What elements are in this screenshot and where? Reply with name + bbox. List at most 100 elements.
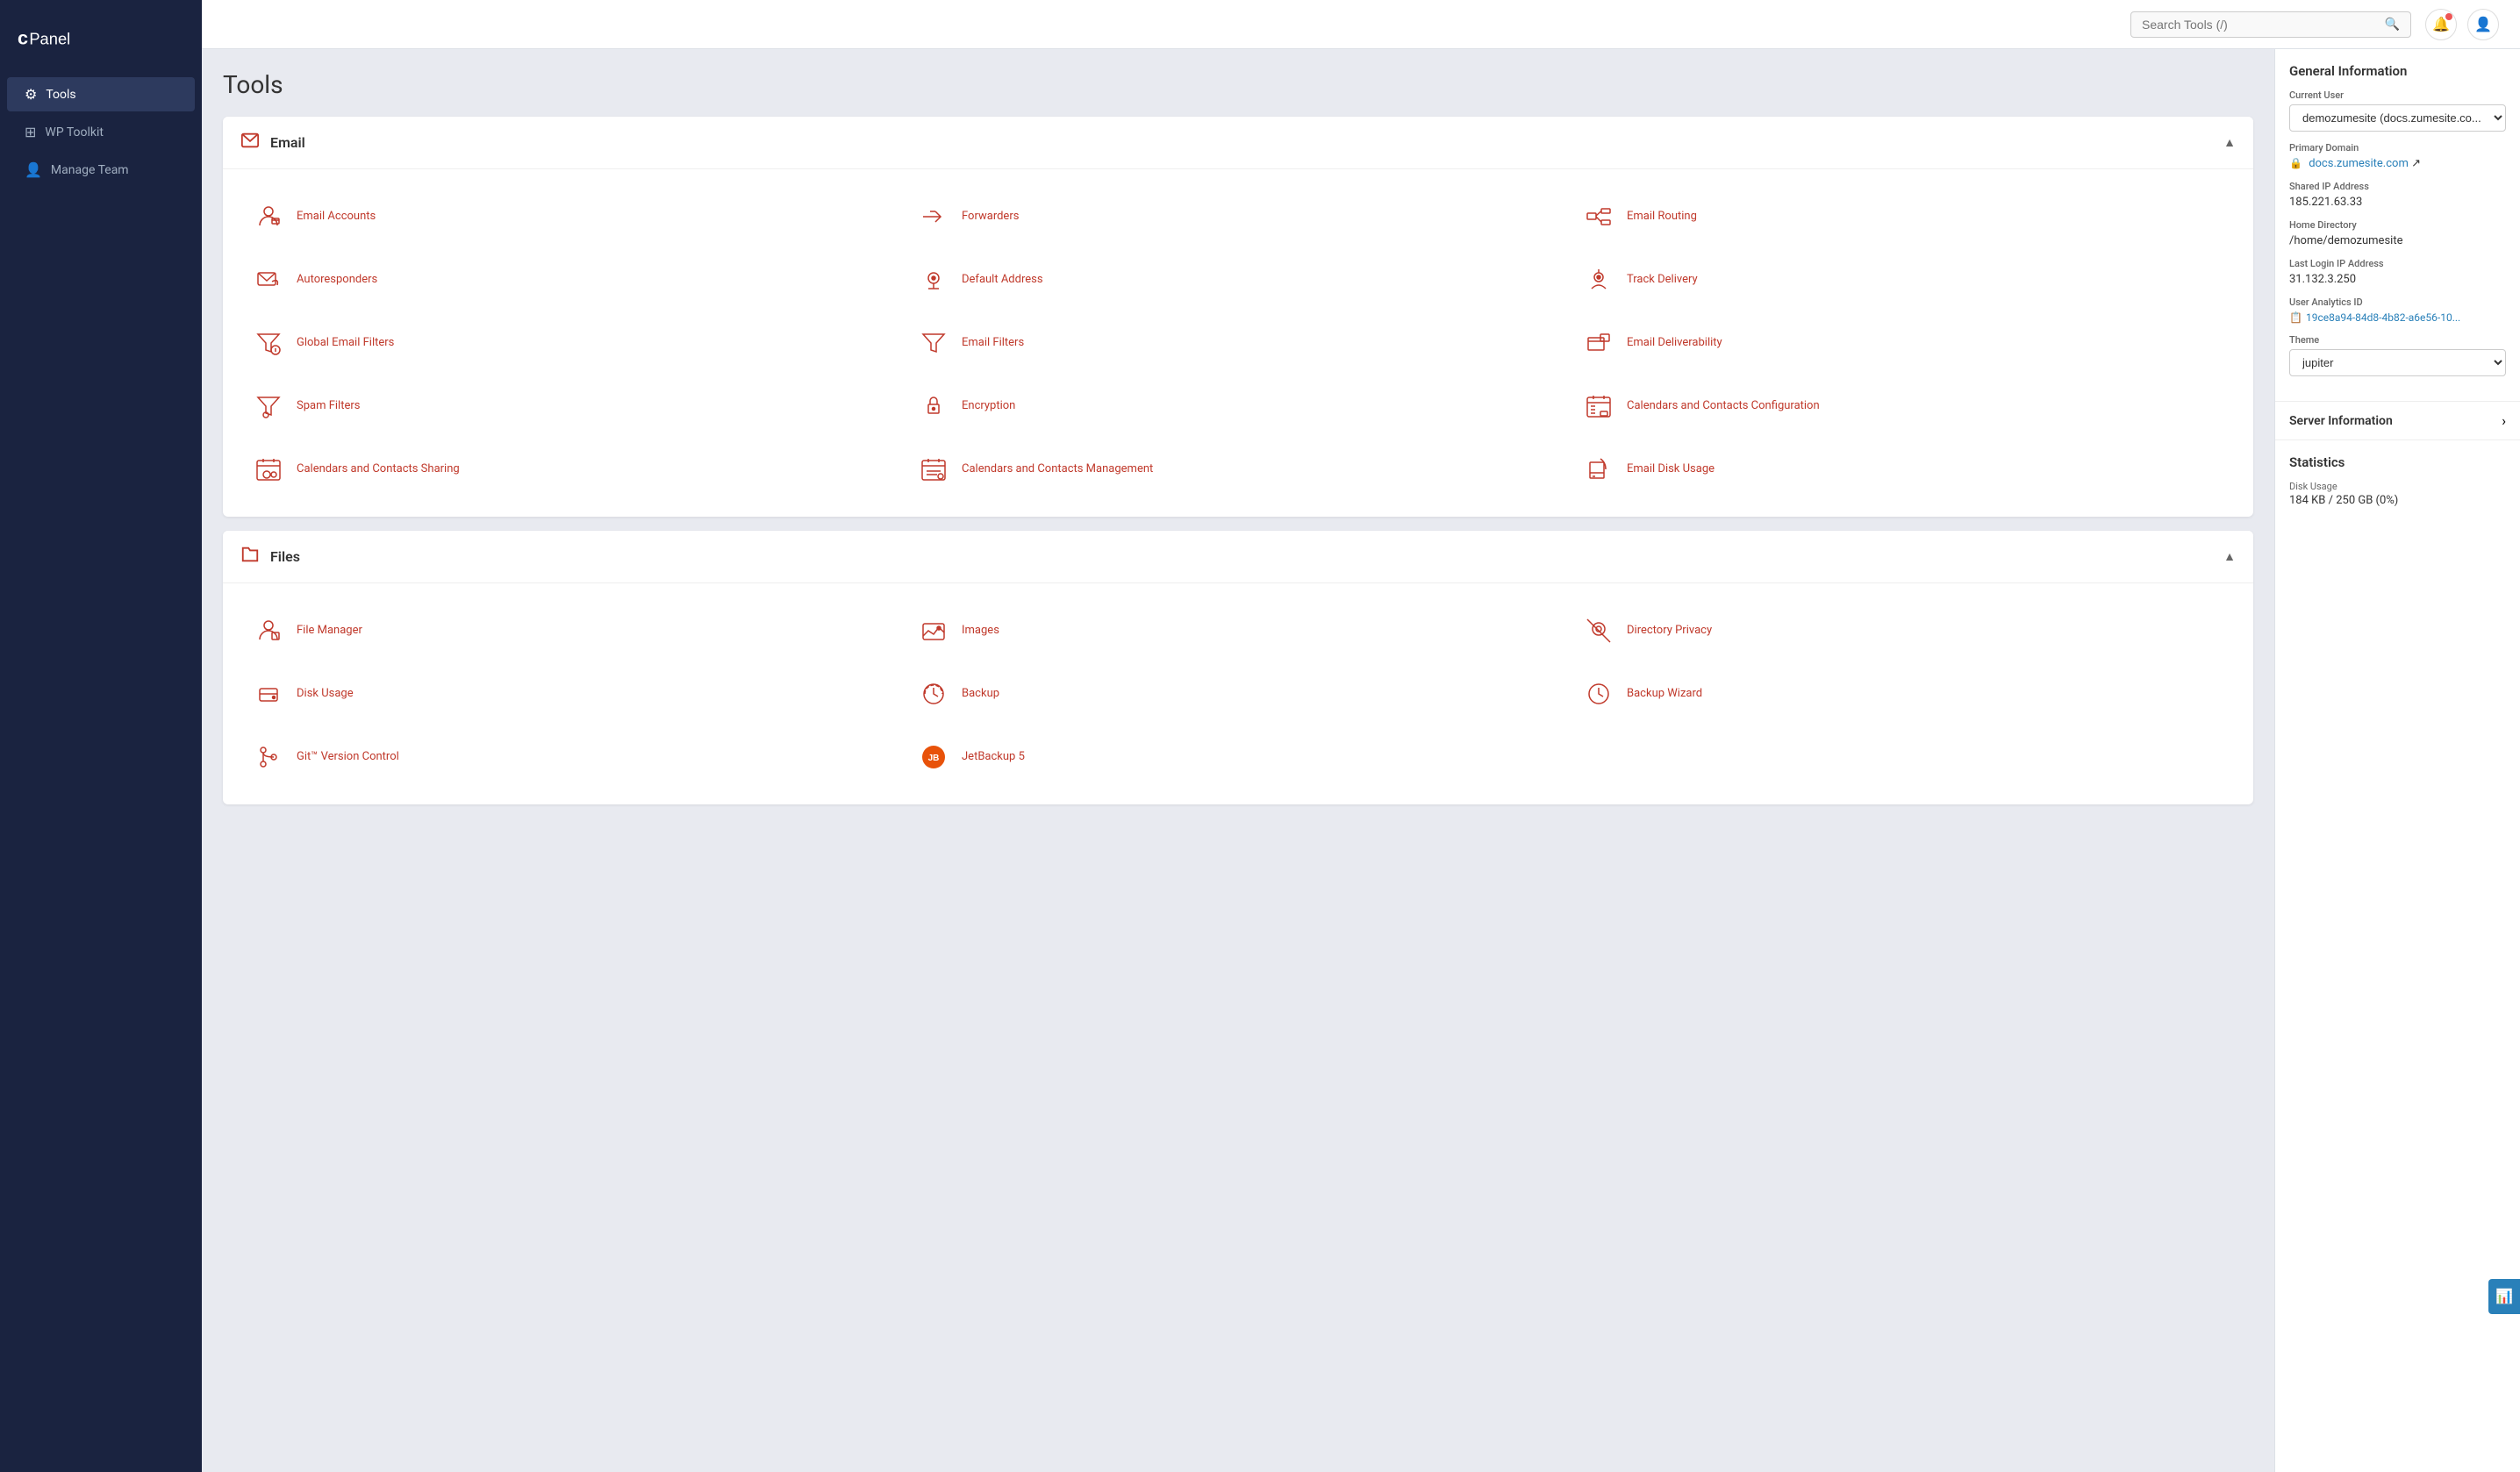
tool-disk-usage[interactable]: Disk Usage bbox=[240, 664, 906, 724]
email-routing-label: Email Routing bbox=[1627, 210, 1697, 225]
calendars-contacts-management-label: Calendars and Contacts Management bbox=[962, 462, 1153, 477]
tool-email-filters[interactable]: Email Filters bbox=[906, 313, 1571, 373]
theme-label: Theme bbox=[2289, 334, 2506, 346]
last-login-ip-label: Last Login IP Address bbox=[2289, 258, 2506, 269]
sidebar-item-label: Tools bbox=[46, 88, 75, 102]
tool-calendars-contacts-config[interactable]: Calendars and Contacts Configuration bbox=[1571, 376, 2236, 436]
tool-forwarders[interactable]: Forwarders bbox=[906, 187, 1571, 247]
current-user-label: Current User bbox=[2289, 89, 2506, 101]
sidebar-item-manage-team[interactable]: 👤 Manage Team bbox=[7, 153, 195, 187]
sidebar-item-label: WP Toolkit bbox=[45, 125, 104, 139]
tool-email-disk-usage[interactable]: Email Disk Usage bbox=[1571, 439, 2236, 499]
calendars-contacts-management-icon bbox=[916, 452, 951, 487]
general-info-section: General Information Current User demozum… bbox=[2275, 49, 2520, 402]
email-section-title: Email bbox=[270, 134, 305, 151]
email-routing-icon bbox=[1581, 199, 1616, 234]
tool-backup[interactable]: Backup bbox=[906, 664, 1571, 724]
files-section-body: File Manager Images bbox=[223, 583, 2253, 804]
general-info-title: General Information bbox=[2289, 63, 2506, 79]
primary-domain-label: Primary Domain bbox=[2289, 142, 2506, 154]
external-link-icon: ↗ bbox=[2411, 157, 2421, 170]
images-label: Images bbox=[962, 624, 999, 639]
autoresponders-icon bbox=[251, 262, 286, 297]
jetbackup5-label: JetBackup 5 bbox=[962, 750, 1025, 765]
email-filters-icon bbox=[916, 325, 951, 361]
svg-text:Panel: Panel bbox=[29, 29, 70, 47]
user-analytics-value: 📋 19ce8a94-84d8-4b82-a6e56-10... bbox=[2289, 311, 2506, 324]
section-header-left: Email bbox=[240, 131, 305, 154]
tool-track-delivery[interactable]: Track Delivery bbox=[1571, 250, 2236, 310]
primary-domain-link[interactable]: docs.zumesite.com bbox=[2309, 157, 2409, 170]
shared-ip-label: Shared IP Address bbox=[2289, 181, 2506, 192]
directory-privacy-label: Directory Privacy bbox=[1627, 624, 1712, 639]
tool-encryption[interactable]: Encryption bbox=[906, 376, 1571, 436]
disk-usage-stat: Disk Usage 184 KB / 250 GB (0%) bbox=[2289, 481, 2506, 507]
files-tools-grid: File Manager Images bbox=[240, 601, 2236, 787]
encryption-icon bbox=[916, 389, 951, 424]
track-delivery-label: Track Delivery bbox=[1627, 273, 1698, 288]
tool-email-accounts[interactable]: Email Accounts bbox=[240, 187, 906, 247]
search-icon: 🔍 bbox=[2385, 18, 2400, 32]
email-section-header[interactable]: Email ▲ bbox=[223, 117, 2253, 169]
current-user-select[interactable]: demozumesite (docs.zumesite.co... bbox=[2289, 104, 2506, 132]
backup-wizard-label: Backup Wizard bbox=[1627, 687, 1702, 702]
tools-area: Tools Email ▲ bbox=[202, 49, 2274, 1472]
tool-images[interactable]: Images bbox=[906, 601, 1571, 661]
backup-label: Backup bbox=[962, 687, 999, 702]
spam-filters-label: Spam Filters bbox=[297, 399, 360, 414]
sidebar-item-tools[interactable]: ⚙ Tools bbox=[7, 77, 195, 111]
disk-usage-stat-label: Disk Usage bbox=[2289, 481, 2506, 492]
tool-global-email-filters[interactable]: Global Email Filters bbox=[240, 313, 906, 373]
directory-privacy-icon bbox=[1581, 613, 1616, 648]
tool-autoresponders[interactable]: Autoresponders bbox=[240, 250, 906, 310]
calendars-contacts-config-label: Calendars and Contacts Configuration bbox=[1627, 399, 1820, 414]
git-version-control-label: Git™ Version Control bbox=[297, 750, 399, 765]
user-analytics-label: User Analytics ID bbox=[2289, 297, 2506, 308]
search-input[interactable] bbox=[2142, 18, 2385, 32]
server-info-chevron-icon: › bbox=[2502, 412, 2506, 429]
main-content: 🔍 🔔 👤 Tools bbox=[202, 0, 2520, 1472]
tool-spam-filters[interactable]: Spam Filters bbox=[240, 376, 906, 436]
default-address-icon bbox=[916, 262, 951, 297]
files-section-header[interactable]: Files ▲ bbox=[223, 531, 2253, 583]
tool-git-version-control[interactable]: Git™ Version Control bbox=[240, 727, 906, 787]
sidebar-item-wp-toolkit[interactable]: ⊞ WP Toolkit bbox=[7, 115, 195, 149]
spam-filters-icon bbox=[251, 389, 286, 424]
home-directory-value: /home/demozumesite bbox=[2289, 234, 2506, 247]
email-disk-usage-icon bbox=[1581, 452, 1616, 487]
forwarders-icon bbox=[916, 199, 951, 234]
server-info-row[interactable]: Server Information › bbox=[2275, 402, 2520, 440]
tool-email-deliverability[interactable]: Email Deliverability bbox=[1571, 313, 2236, 373]
theme-select[interactable]: jupiter bbox=[2289, 349, 2506, 376]
statistics-title: Statistics bbox=[2289, 454, 2506, 470]
tool-calendars-contacts-management[interactable]: Calendars and Contacts Management bbox=[906, 439, 1571, 499]
tool-file-manager[interactable]: File Manager bbox=[240, 601, 906, 661]
statistics-section: Statistics Disk Usage 184 KB / 250 GB (0… bbox=[2275, 440, 2520, 528]
notifications-button[interactable]: 🔔 bbox=[2425, 9, 2457, 40]
track-delivery-icon bbox=[1581, 262, 1616, 297]
body-layout: Tools Email ▲ bbox=[202, 49, 2520, 1472]
server-info-label: Server Information bbox=[2289, 414, 2393, 428]
tool-directory-privacy[interactable]: Directory Privacy bbox=[1571, 601, 2236, 661]
user-menu-button[interactable]: 👤 bbox=[2467, 9, 2499, 40]
tool-default-address[interactable]: Default Address bbox=[906, 250, 1571, 310]
last-login-ip-value: 31.132.3.250 bbox=[2289, 273, 2506, 286]
images-icon bbox=[916, 613, 951, 648]
tool-jetbackup5[interactable]: JB JetBackup 5 bbox=[906, 727, 1571, 787]
global-email-filters-icon bbox=[251, 325, 286, 361]
sidebar-item-label: Manage Team bbox=[51, 163, 129, 177]
file-manager-label: File Manager bbox=[297, 624, 362, 639]
tool-email-routing[interactable]: Email Routing bbox=[1571, 187, 2236, 247]
autoresponders-label: Autoresponders bbox=[297, 273, 377, 288]
tool-calendars-contacts-sharing[interactable]: Calendars and Contacts Sharing bbox=[240, 439, 906, 499]
email-accounts-icon bbox=[251, 199, 286, 234]
file-manager-icon bbox=[251, 613, 286, 648]
search-box[interactable]: 🔍 bbox=[2130, 11, 2411, 38]
calendars-contacts-sharing-label: Calendars and Contacts Sharing bbox=[297, 462, 460, 477]
files-icon bbox=[240, 545, 260, 568]
analytics-icon: 📋 bbox=[2289, 311, 2302, 324]
chart-toggle-button[interactable]: 📊 bbox=[2488, 1279, 2520, 1314]
default-address-label: Default Address bbox=[962, 273, 1043, 288]
svg-text:JB: JB bbox=[928, 754, 940, 763]
tool-backup-wizard[interactable]: Backup Wizard bbox=[1571, 664, 2236, 724]
